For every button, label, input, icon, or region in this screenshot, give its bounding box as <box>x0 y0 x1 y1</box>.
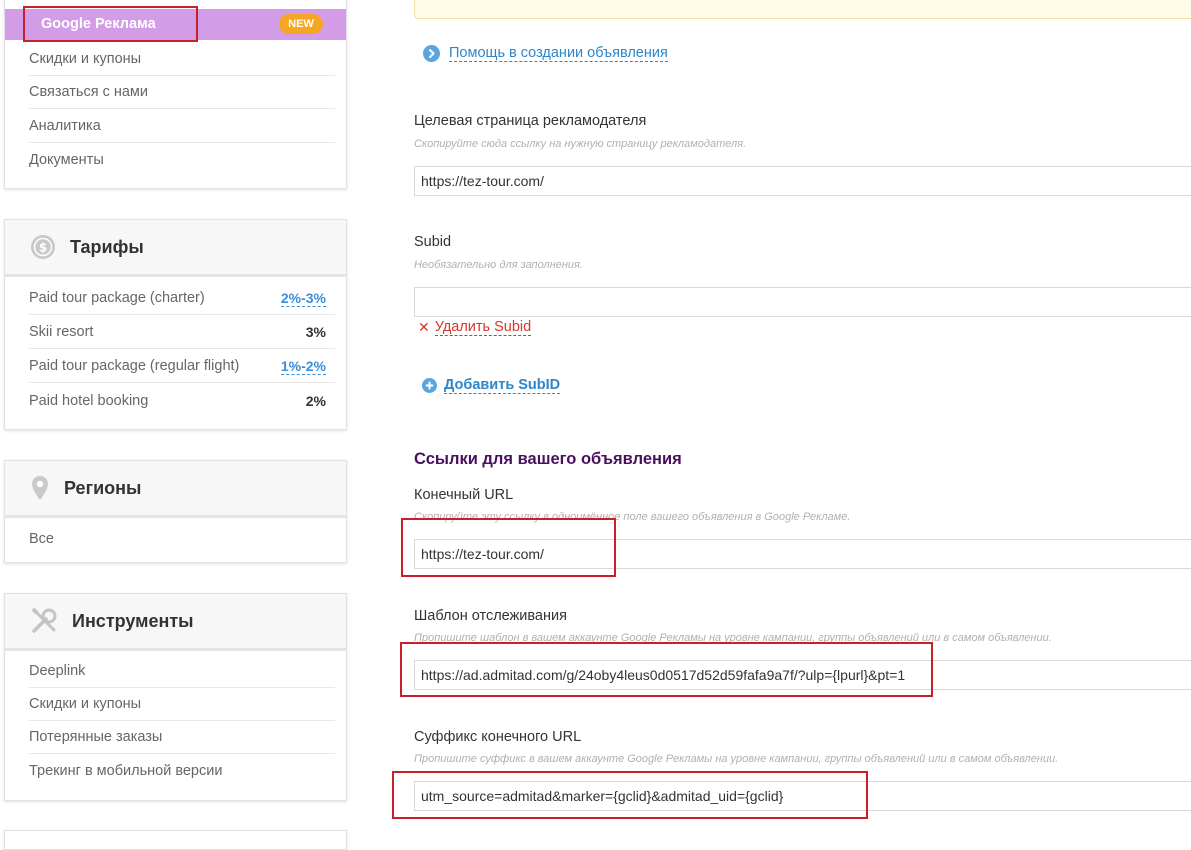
sidebar-item-mobile-tracking[interactable]: Трекинг в мобильной версии <box>29 754 335 787</box>
tariff-rate: 3% <box>305 324 326 340</box>
sidebar-item-label: Потерянные заказы <box>29 729 163 745</box>
subid-label: Subid <box>414 234 452 250</box>
annotation-box-final-url <box>401 518 616 577</box>
tariff-name: Paid tour package (charter) <box>29 290 205 306</box>
sidebar-item-contact[interactable]: Связаться с нами <box>29 76 335 109</box>
chevron-right-circle-icon <box>423 45 440 62</box>
remove-subid-button[interactable]: ✕ Удалить Subid <box>418 319 532 336</box>
tools-icon <box>30 607 58 635</box>
sidebar-item-discounts[interactable]: Скидки и купоны <box>29 688 335 721</box>
tariff-rate-link[interactable]: 2%-3% <box>280 290 326 307</box>
final-url-suffix-label: Суффикс конечного URL <box>414 729 582 745</box>
notice-box <box>414 0 1191 19</box>
help-link[interactable]: Помощь в создании объявления <box>423 45 668 62</box>
tariff-rate: 2% <box>305 392 326 409</box>
annotation-box-google-ads <box>23 6 198 42</box>
regions-header: Регионы <box>5 461 346 518</box>
landing-page-input[interactable]: https://tez-tour.com/ <box>414 166 1191 196</box>
tracking-template-label: Шаблон отслеживания <box>414 608 567 624</box>
links-section-title: Ссылки для вашего объявления <box>414 450 682 468</box>
sidebar-item-discounts[interactable]: Скидки и купоны <box>29 43 335 76</box>
tariff-rate-link[interactable]: 1%-2% <box>280 358 326 375</box>
sidebar-item-lost-orders[interactable]: Потерянные заказы <box>29 721 335 754</box>
sidebar-item-label: Документы <box>29 151 104 168</box>
add-subid-label: Добавить SubID <box>444 377 561 394</box>
sidebar-item-label: Скидки и купоны <box>29 696 142 712</box>
svg-text:$: $ <box>39 241 47 255</box>
region-label: Все <box>29 530 54 547</box>
subid-input[interactable] <box>414 287 1191 317</box>
annotation-box-final-url-suffix <box>392 771 868 819</box>
tariff-row: Paid tour package (charter) 2%-3% <box>29 282 335 315</box>
final-url-suffix-hint: Пропишите суффикс в вашем аккаунте Googl… <box>414 753 1059 765</box>
subid-hint: Необязательно для заполнения. <box>414 259 583 271</box>
help-link-label: Помощь в создании объявления <box>449 45 668 62</box>
sidebar-item-label: Deeplink <box>29 663 86 679</box>
landing-page-hint: Скопируйте сюда ссылку на нужную страниц… <box>414 138 747 150</box>
sidebar-item-analytics[interactable]: Аналитика <box>29 110 335 143</box>
sidebar-item-label: Связаться с нами <box>29 84 149 100</box>
dollar-coin-icon: $ <box>30 234 56 260</box>
close-icon: ✕ <box>418 319 430 336</box>
tariff-name: Paid hotel booking <box>29 392 149 409</box>
sidebar-item-documents[interactable]: Документы <box>29 143 335 176</box>
landing-page-label: Целевая страница рекламодателя <box>414 113 647 129</box>
region-item[interactable]: Все <box>29 522 335 555</box>
sidebar-item-label: Скидки и купоны <box>29 51 142 67</box>
new-badge: NEW <box>279 14 323 34</box>
sidebar-item-deeplink[interactable]: Deeplink <box>29 655 335 688</box>
map-pin-icon <box>30 475 50 501</box>
remove-subid-label: Удалить Subid <box>434 319 532 336</box>
sidebar-item-label: Аналитика <box>29 118 101 134</box>
regions-panel: Регионы Все <box>4 460 347 563</box>
tariffs-header: $ Тарифы <box>5 220 346 277</box>
tariff-name: Paid tour package (regular flight) <box>29 358 240 374</box>
tariff-name: Skii resort <box>29 324 94 340</box>
final-url-label: Конечный URL <box>414 487 514 503</box>
regions-title: Регионы <box>64 477 142 498</box>
tariff-row: Paid hotel booking 2% <box>29 384 335 417</box>
tariffs-panel: $ Тарифы Paid tour package (charter) 2%-… <box>4 219 347 430</box>
tools-title: Инструменты <box>72 610 194 631</box>
tariff-row: Skii resort 3% <box>29 316 335 349</box>
tariffs-title: Тарифы <box>70 236 144 257</box>
tools-panel: Инструменты Deeplink Скидки и купоны Пот… <box>4 593 347 801</box>
plus-circle-icon <box>422 378 437 393</box>
sidebar-item-label: Трекинг в мобильной версии <box>29 762 223 779</box>
tariff-row: Paid tour package (regular flight) 1%-2% <box>29 350 335 383</box>
add-subid-button[interactable]: Добавить SubID <box>422 377 561 394</box>
annotation-box-tracking-template <box>400 642 933 697</box>
tools-header: Инструменты <box>5 594 346 651</box>
next-panel-edge <box>4 830 347 850</box>
